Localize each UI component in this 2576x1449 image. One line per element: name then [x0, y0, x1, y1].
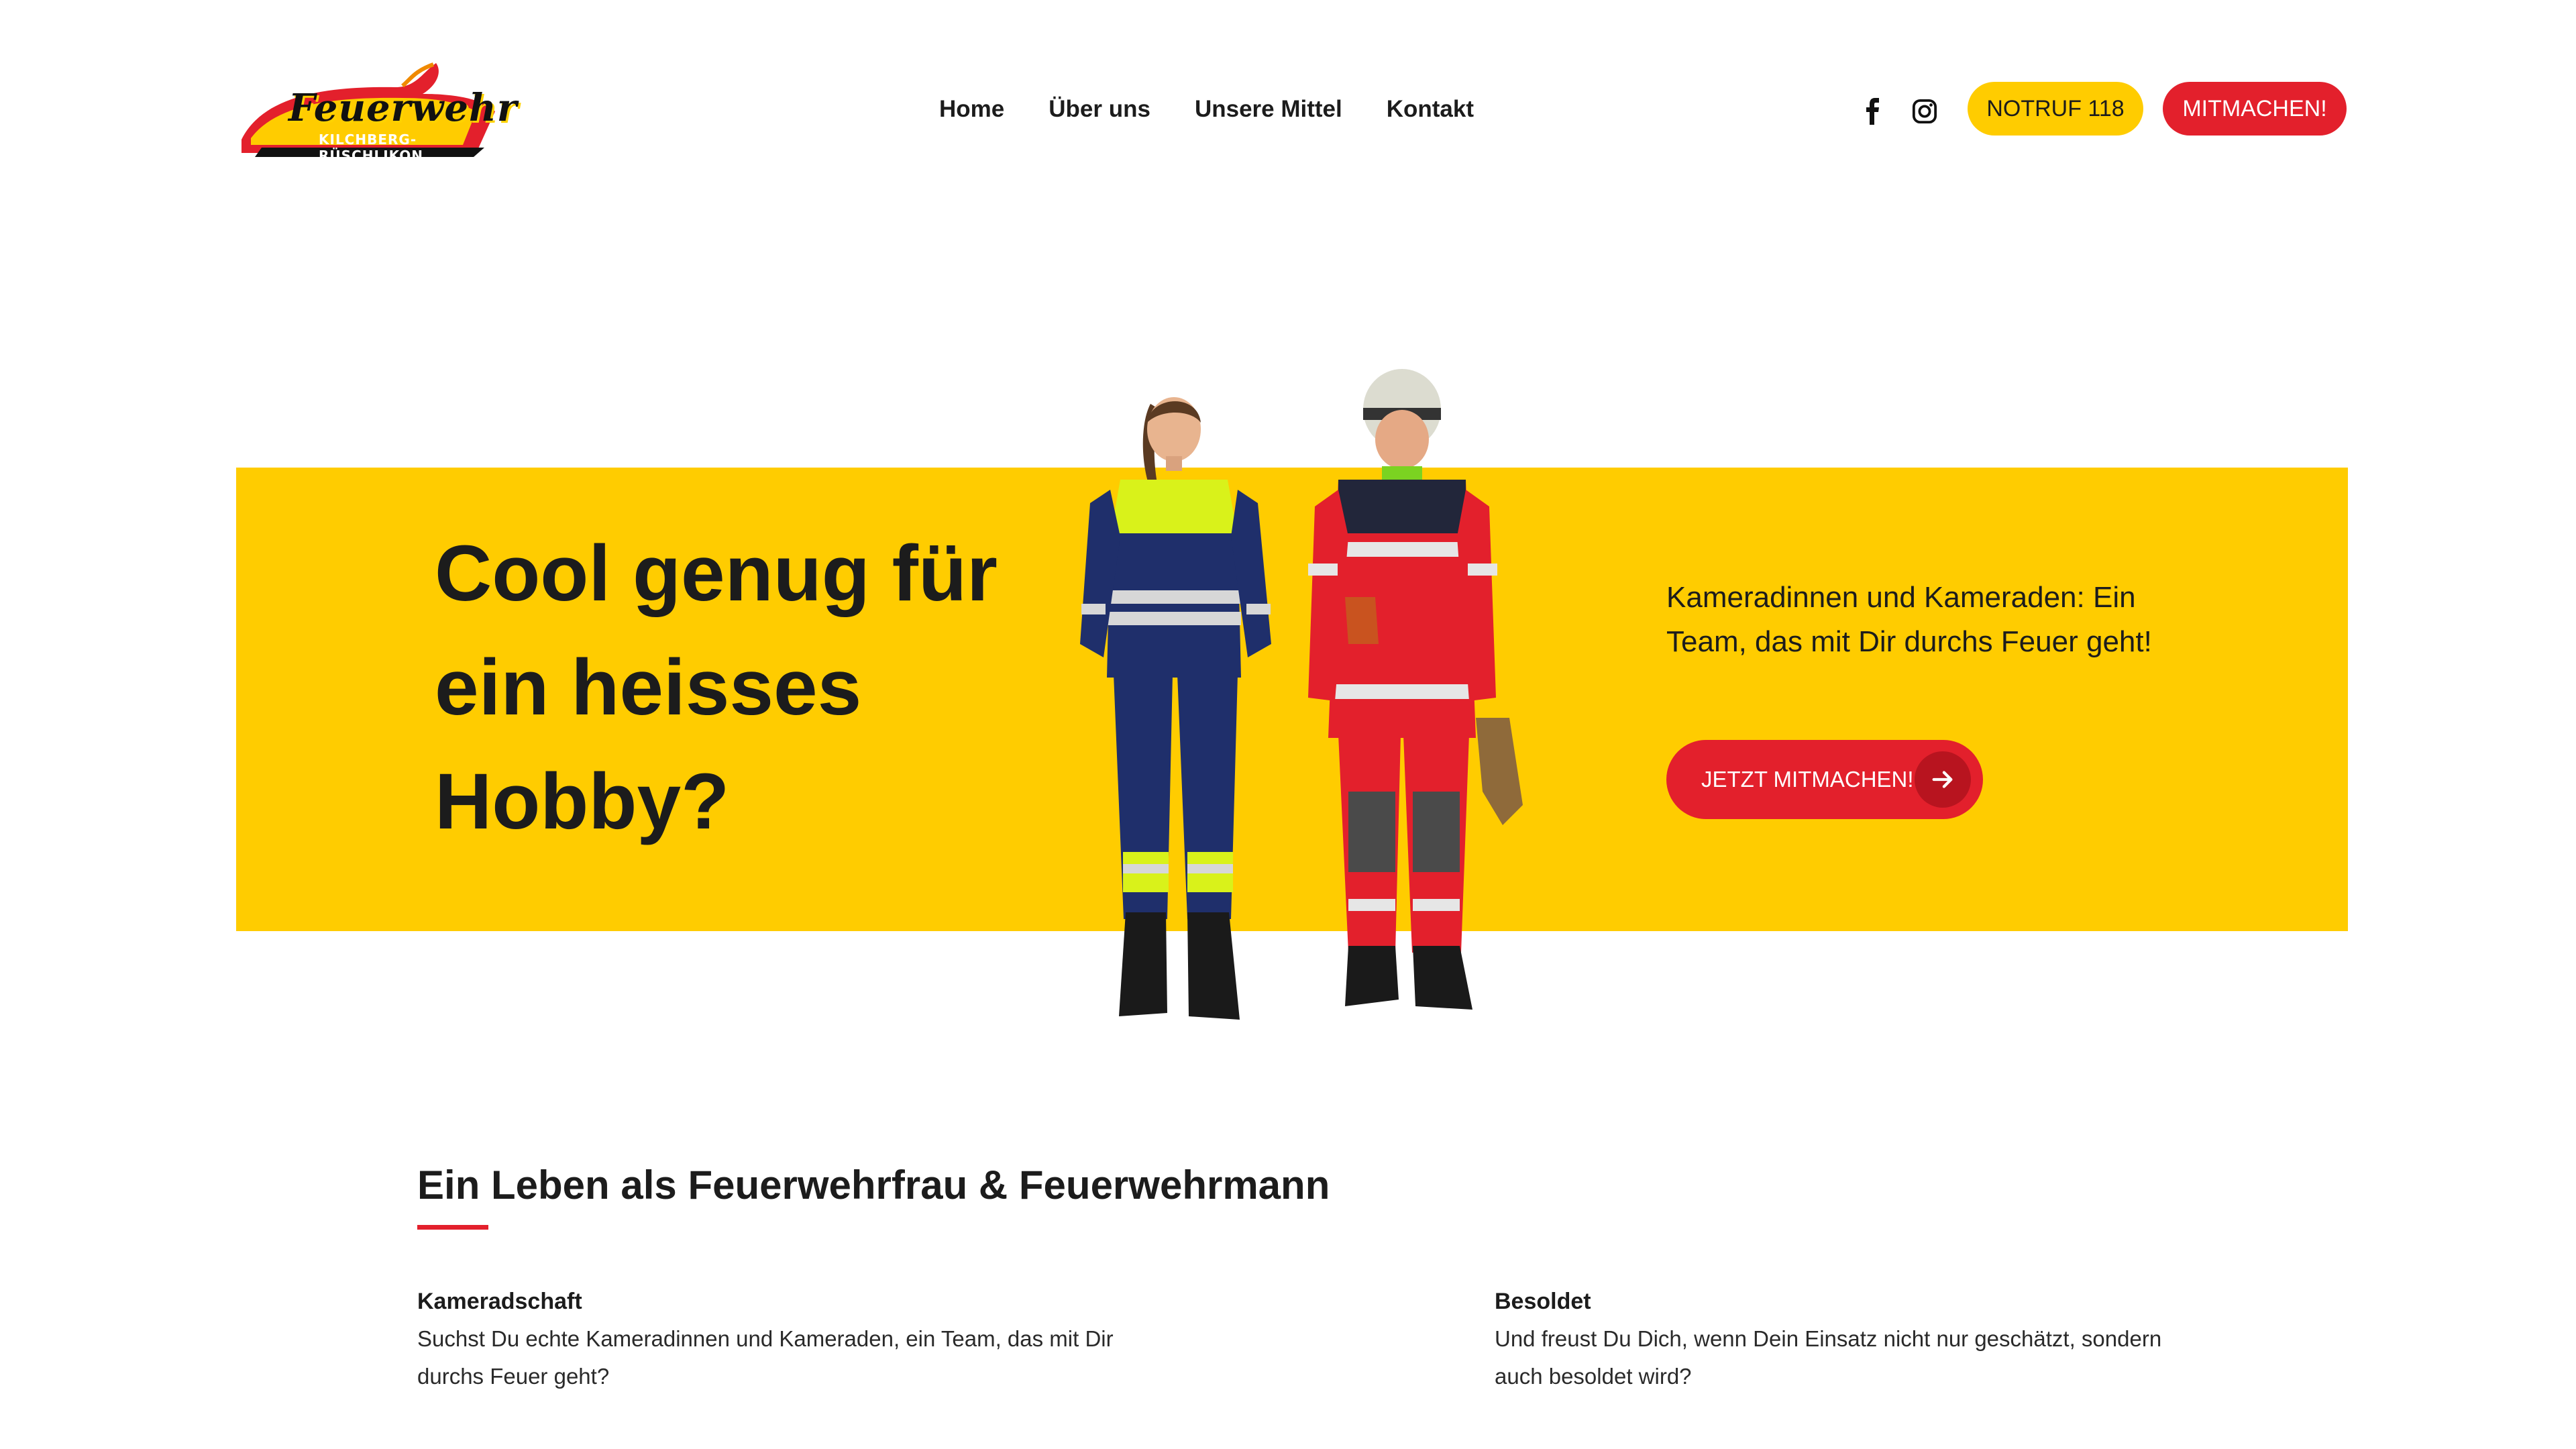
jetzt-mitmachen-button[interactable]: JETZT MITMACHEN!	[1666, 740, 1983, 819]
hero-title: Cool genug für ein heisses Hobby?	[435, 529, 998, 846]
arrow-right-icon	[1915, 751, 1971, 808]
feature-text: Suchst Du echte Kameradinnen und Kamerad…	[417, 1326, 1114, 1389]
nav-item-unsere-mittel[interactable]: Unsere Mittel	[1195, 96, 1342, 123]
feature-text: Und freust Du Dich, wenn Dein Einsatz ni…	[1495, 1326, 2162, 1389]
mitmachen-button[interactable]: MITMACHEN!	[2163, 82, 2347, 136]
nav-item-kontakt[interactable]: Kontakt	[1387, 96, 1474, 123]
jetzt-mitmachen-label: JETZT MITMACHEN!	[1701, 767, 1914, 792]
logo-wordmark: Feuerwehr	[288, 86, 518, 130]
facebook-icon[interactable]	[1865, 97, 1885, 126]
site-header: Feuerwehr KILCHBERG-RÜSCHLIKON Home Über…	[0, 0, 2576, 215]
notruf-button[interactable]: NOTRUF 118	[1968, 82, 2143, 136]
nav-item-ueber-uns[interactable]: Über uns	[1049, 96, 1150, 123]
section-title: Ein Leben als Feuerwehrfrau & Feuerwehrm…	[417, 1163, 1330, 1208]
feature-besoldet: Besoldet Und freust Du Dich, wenn Dein E…	[1495, 1283, 2206, 1395]
main-nav: Home Über uns Unsere Mittel Kontakt	[939, 93, 1474, 126]
feature-heading: Besoldet	[1495, 1289, 1591, 1314]
feature-kameradschaft: Kameradschaft Suchst Du echte Kameradinn…	[417, 1283, 1128, 1395]
feature-heading: Kameradschaft	[417, 1289, 582, 1314]
firefighters-image	[1040, 362, 1550, 1033]
logo-subtitle: KILCHBERG-RÜSCHLIKON	[319, 131, 423, 164]
section-title-underline	[417, 1225, 488, 1230]
hero-text: Kameradinnen und Kameraden: Ein Team, da…	[1666, 581, 2152, 658]
instagram-icon[interactable]	[1912, 97, 1940, 126]
nav-item-home[interactable]: Home	[939, 96, 1004, 123]
logo[interactable]: Feuerwehr KILCHBERG-RÜSCHLIKON	[235, 59, 517, 164]
